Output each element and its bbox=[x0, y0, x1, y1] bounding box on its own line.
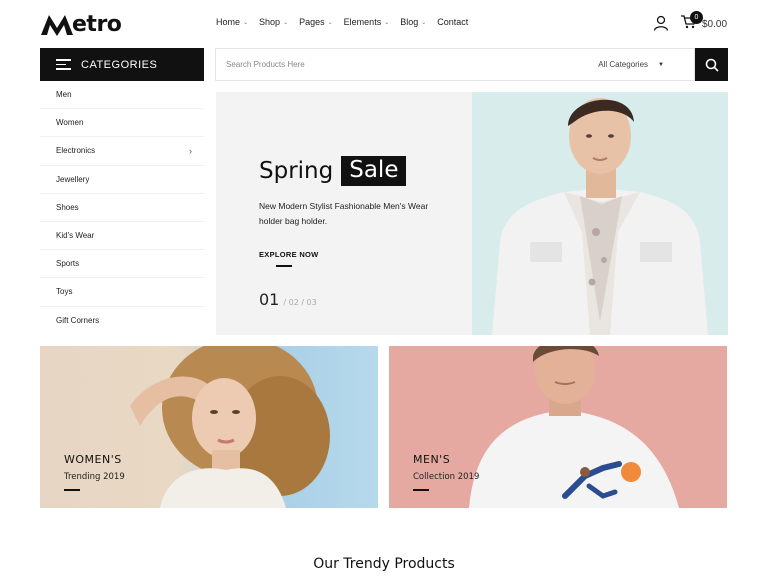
section-title: Our Trendy Products bbox=[313, 556, 455, 572]
nav-shop[interactable]: Shop ⌄ bbox=[259, 17, 288, 27]
user-icon[interactable] bbox=[653, 15, 669, 31]
category-item-toys[interactable]: Toys bbox=[40, 278, 204, 307]
banner-subtitle: Collection 2019 bbox=[413, 472, 480, 482]
nav-blog[interactable]: Blog ⌄ bbox=[400, 17, 426, 27]
category-item-women[interactable]: Women bbox=[40, 109, 204, 138]
slide-current: 01 bbox=[259, 290, 280, 309]
search-button[interactable] bbox=[695, 48, 728, 81]
chevron-right-icon: › bbox=[189, 145, 192, 156]
search-icon bbox=[705, 58, 719, 72]
caret-down-icon: ▼ bbox=[658, 61, 664, 68]
category-select[interactable]: All Categories ▼ bbox=[598, 60, 694, 69]
slide-pager[interactable]: 01 / 02 / 03 bbox=[259, 290, 317, 309]
cart-total: $0.00 bbox=[702, 19, 728, 30]
nav-contact[interactable]: Contact bbox=[437, 17, 468, 27]
menu-icon bbox=[56, 59, 71, 70]
category-item-jewellery[interactable]: Jewellery bbox=[40, 166, 204, 194]
category-list: Men Women Electronics › Jewellery Shoes K… bbox=[40, 81, 204, 335]
man-in-denim-jacket-image bbox=[472, 92, 728, 335]
category-item-shoes[interactable]: Shoes bbox=[40, 194, 204, 222]
hero-image bbox=[472, 92, 728, 335]
banner-title: WOMEN'S bbox=[64, 453, 122, 466]
button-underline bbox=[276, 265, 292, 267]
woman-with-curly-hair-image bbox=[130, 346, 330, 508]
mens-banner[interactable]: MEN'S Collection 2019 bbox=[389, 346, 727, 508]
nav-home[interactable]: Home ⌄ bbox=[216, 17, 248, 27]
hero-title: Spring Sale bbox=[259, 156, 407, 186]
slide-others: / 02 / 03 bbox=[283, 298, 317, 307]
chevron-down-icon: ⌄ bbox=[283, 19, 289, 26]
category-item-sports[interactable]: Sports bbox=[40, 250, 204, 279]
banner-underline bbox=[64, 489, 80, 491]
search-input[interactable] bbox=[216, 49, 599, 80]
hero-title-highlight: Sale bbox=[341, 156, 407, 186]
hero-description: New Modern Stylist Fashionable Men's Wea… bbox=[259, 201, 429, 226]
category-item-men[interactable]: Men bbox=[40, 81, 204, 110]
logo[interactable]: etro bbox=[40, 10, 122, 38]
main-nav: Home ⌄ Shop ⌄ Pages ⌄ Elements ⌄ Blog ⌄ Conta… bbox=[216, 17, 468, 27]
category-item-gift-corners[interactable]: Gift Corners bbox=[40, 307, 204, 335]
banner-subtitle: Trending 2019 bbox=[64, 472, 125, 482]
chevron-down-icon: ⌄ bbox=[327, 19, 333, 26]
chevron-down-icon: ⌄ bbox=[421, 19, 427, 26]
man-in-white-sweatshirt-image bbox=[469, 346, 679, 508]
nav-pages[interactable]: Pages ⌄ bbox=[299, 17, 333, 27]
chevron-down-icon: ⌄ bbox=[384, 19, 390, 26]
nav-elements[interactable]: Elements ⌄ bbox=[344, 17, 390, 27]
category-item-kids-wear[interactable]: Kid's Wear bbox=[40, 222, 204, 251]
banner-title: MEN'S bbox=[413, 453, 451, 466]
logo-mark bbox=[41, 15, 73, 36]
banner-underline bbox=[413, 489, 429, 491]
chevron-down-icon: ⌄ bbox=[243, 19, 249, 26]
categories-toggle[interactable]: CATEGORIES bbox=[40, 48, 204, 81]
logo-text: etro bbox=[72, 11, 122, 37]
search-bar: All Categories ▼ bbox=[215, 48, 695, 81]
categories-title: CATEGORIES bbox=[81, 58, 158, 71]
hero-slider: Spring Sale New Modern Stylist Fashionab… bbox=[216, 92, 728, 335]
category-item-electronics[interactable]: Electronics › bbox=[40, 137, 204, 166]
explore-now-button[interactable]: EXPLORE NOW bbox=[259, 250, 319, 259]
womens-banner[interactable]: WOMEN'S Trending 2019 bbox=[40, 346, 378, 508]
